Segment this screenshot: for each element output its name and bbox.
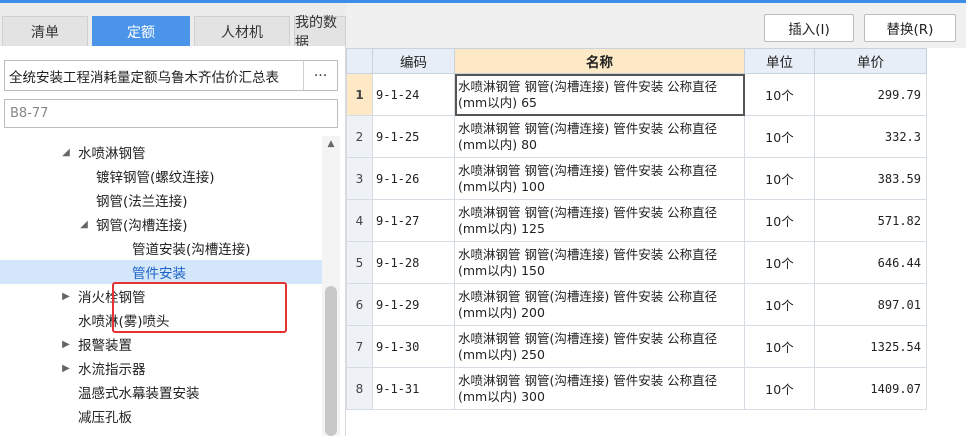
cell-price[interactable]: 1325.54 (814, 325, 927, 368)
cell-name[interactable]: 水喷淋钢管 钢管(沟槽连接) 管件安装 公称直径(mm以内) 100 (454, 157, 745, 200)
tree-node-alarm-device[interactable]: ▶ 报警装置 (0, 332, 322, 356)
table-row[interactable]: 2 9-1-25 水喷淋钢管 钢管(沟槽连接) 管件安装 公称直径(mm以内) … (346, 115, 927, 158)
cell-name[interactable]: 水喷淋钢管 钢管(沟槽连接) 管件安装 公称直径(mm以内) 125 (454, 199, 745, 242)
tree-node-galvanized-threaded[interactable]: 镀锌钢管(螺纹连接) (0, 164, 322, 188)
insert-button[interactable]: 插入(I) (764, 14, 854, 42)
column-header-price[interactable]: 单价 (814, 48, 927, 74)
row-index: 4 (346, 199, 373, 242)
cell-unit[interactable]: 10个 (744, 241, 815, 284)
quota-library-selector[interactable]: 全统安装工程消耗量定额乌鲁木齐估价汇总表 ··· (4, 60, 338, 91)
tree-node-sprinkler-head[interactable]: 水喷淋(雾)喷头 (0, 308, 322, 332)
quota-table: 编码 名称 单位 单价 1 9-1-24 水喷淋钢管 钢管(沟槽连接) 管件安装… (346, 48, 927, 410)
row-index: 3 (346, 157, 373, 200)
cell-code[interactable]: 9-1-25 (372, 115, 455, 158)
table-row[interactable]: 1 9-1-24 水喷淋钢管 钢管(沟槽连接) 管件安装 公称直径(mm以内) … (346, 73, 927, 116)
tab-labor-material[interactable]: 人材机 (194, 16, 290, 46)
tab-list[interactable]: 清单 (2, 16, 88, 46)
table-row[interactable]: 7 9-1-30 水喷淋钢管 钢管(沟槽连接) 管件安装 公称直径(mm以内) … (346, 325, 927, 368)
row-index: 7 (346, 325, 373, 368)
cell-price[interactable]: 1409.07 (814, 367, 927, 410)
quota-grid-panel: 插入(I) 替换(R) 编码 名称 单位 单价 1 9-1-24 水喷淋钢管 钢… (346, 3, 966, 436)
column-header-unit[interactable]: 单位 (744, 48, 815, 74)
table-row[interactable]: 5 9-1-28 水喷淋钢管 钢管(沟槽连接) 管件安装 公称直径(mm以内) … (346, 241, 927, 284)
replace-button[interactable]: 替换(R) (864, 14, 956, 42)
cell-name[interactable]: 水喷淋钢管 钢管(沟槽连接) 管件安装 公称直径(mm以内) 300 (454, 367, 745, 410)
column-header-name[interactable]: 名称 (454, 48, 745, 74)
search-input[interactable] (4, 99, 338, 128)
cell-name[interactable]: 水喷淋钢管 钢管(沟槽连接) 管件安装 公称直径(mm以内) 80 (454, 115, 745, 158)
expand-arrow-icon[interactable]: ▶ (60, 339, 72, 350)
cell-unit[interactable]: 10个 (744, 199, 815, 242)
tab-my-data[interactable]: 我的数据 (294, 15, 346, 51)
expand-arrow-icon[interactable]: ▶ (60, 363, 72, 374)
tab-quota[interactable]: 定额 (92, 16, 190, 46)
cell-unit[interactable]: 10个 (744, 73, 815, 116)
row-index: 6 (346, 283, 373, 326)
cell-code[interactable]: 9-1-24 (372, 73, 455, 116)
table-row[interactable]: 8 9-1-31 水喷淋钢管 钢管(沟槽连接) 管件安装 公称直径(mm以内) … (346, 367, 927, 410)
cell-name[interactable]: 水喷淋钢管 钢管(沟槽连接) 管件安装 公称直径(mm以内) 250 (454, 325, 745, 368)
tree-node-sprinkler-pipe[interactable]: ◢ 水喷淋钢管 (0, 140, 322, 164)
collapse-arrow-icon[interactable]: ◢ (78, 219, 90, 230)
cell-code[interactable]: 9-1-31 (372, 367, 455, 410)
tree-node-steel-flanged[interactable]: 钢管(法兰连接) (0, 188, 322, 212)
grid-toolbar: 插入(I) 替换(R) (346, 3, 966, 48)
cell-price[interactable]: 646.44 (814, 241, 927, 284)
table-row[interactable]: 6 9-1-29 水喷淋钢管 钢管(沟槽连接) 管件安装 公称直径(mm以内) … (346, 283, 927, 326)
more-options-button[interactable]: ··· (303, 61, 337, 90)
cell-price[interactable]: 332.3 (814, 115, 927, 158)
cell-unit[interactable]: 10个 (744, 283, 815, 326)
cell-price[interactable]: 897.01 (814, 283, 927, 326)
expand-arrow-icon[interactable]: ▶ (60, 291, 72, 302)
row-index: 8 (346, 367, 373, 410)
tab-strip: 清单 定额 人材机 我的数据 (0, 3, 346, 51)
tree-scrollbar[interactable]: ▲ (322, 136, 340, 436)
cell-code[interactable]: 9-1-27 (372, 199, 455, 242)
column-header-code[interactable]: 编码 (372, 48, 455, 74)
category-tree: ◢ 水喷淋钢管 镀锌钢管(螺纹连接) 钢管(法兰连接) ◢ 钢管(沟槽连接) 管… (0, 136, 322, 436)
row-index: 2 (346, 115, 373, 158)
tree-node-orifice-plate[interactable]: 减压孔板 (0, 404, 322, 428)
tree-node-steel-grooved[interactable]: ◢ 钢管(沟槽连接) (0, 212, 322, 236)
cell-code[interactable]: 9-1-26 (372, 157, 455, 200)
row-index: 1 (346, 73, 373, 116)
cell-unit[interactable]: 10个 (744, 157, 815, 200)
tree-node-water-curtain[interactable]: 温感式水幕装置安装 (0, 380, 322, 404)
cell-unit[interactable]: 10个 (744, 325, 815, 368)
row-index: 5 (346, 241, 373, 284)
tree-node-flow-indicator[interactable]: ▶ 水流指示器 (0, 356, 322, 380)
cell-unit[interactable]: 10个 (744, 367, 815, 410)
quota-library-name: 全统安装工程消耗量定额乌鲁木齐估价汇总表 (9, 69, 279, 86)
tree-node-fitting-install[interactable]: 管件安装 (0, 260, 322, 284)
cell-price[interactable]: 383.59 (814, 157, 927, 200)
cell-name[interactable]: 水喷淋钢管 钢管(沟槽连接) 管件安装 公称直径(mm以内) 65 (454, 73, 745, 116)
cell-code[interactable]: 9-1-30 (372, 325, 455, 368)
scroll-up-icon[interactable]: ▲ (322, 136, 340, 152)
collapse-arrow-icon[interactable]: ◢ (60, 147, 72, 158)
tree-node-pipe-install-grooved[interactable]: 管道安装(沟槽连接) (0, 236, 322, 260)
cell-code[interactable]: 9-1-28 (372, 241, 455, 284)
cell-price[interactable]: 571.82 (814, 199, 927, 242)
table-row[interactable]: 3 9-1-26 水喷淋钢管 钢管(沟槽连接) 管件安装 公称直径(mm以内) … (346, 157, 927, 200)
cell-name[interactable]: 水喷淋钢管 钢管(沟槽连接) 管件安装 公称直径(mm以内) 150 (454, 241, 745, 284)
cell-name[interactable]: 水喷淋钢管 钢管(沟槽连接) 管件安装 公称直径(mm以内) 200 (454, 283, 745, 326)
cell-unit[interactable]: 10个 (744, 115, 815, 158)
cell-code[interactable]: 9-1-29 (372, 283, 455, 326)
left-panel: 全统安装工程消耗量定额乌鲁木齐估价汇总表 ··· ◢ 水喷淋钢管 镀锌钢管(螺纹… (0, 46, 346, 436)
scrollbar-thumb[interactable] (325, 286, 337, 436)
tree-node-hydrant-pipe[interactable]: ▶ 消火栓钢管 (0, 284, 322, 308)
cell-price[interactable]: 299.79 (814, 73, 927, 116)
index-header (346, 48, 373, 74)
table-row[interactable]: 4 9-1-27 水喷淋钢管 钢管(沟槽连接) 管件安装 公称直径(mm以内) … (346, 199, 927, 242)
